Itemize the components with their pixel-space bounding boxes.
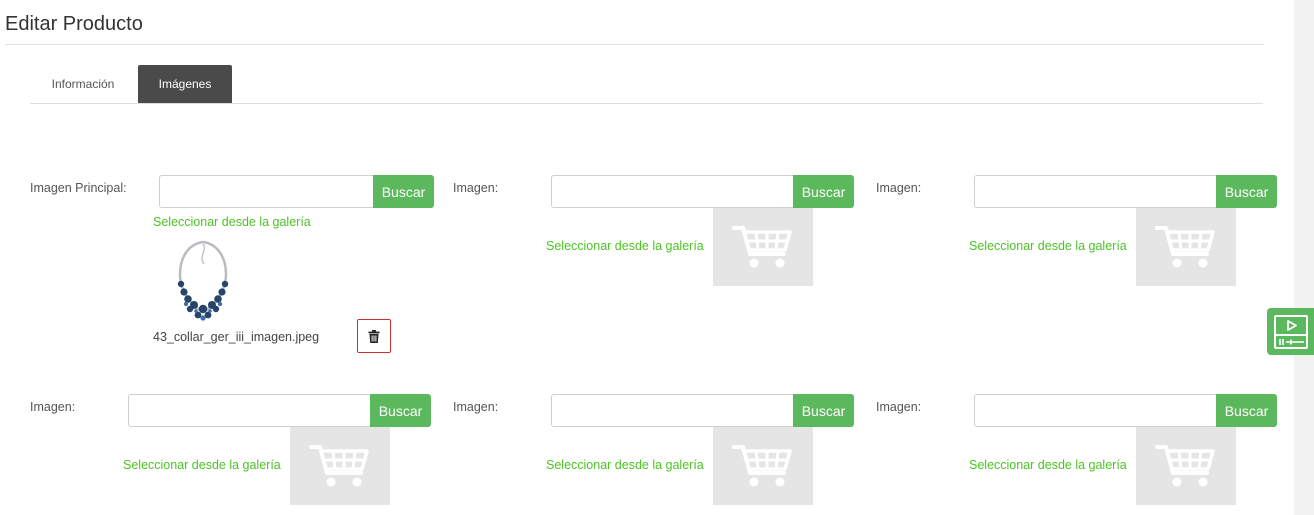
tab-imagenes[interactable]: Imágenes xyxy=(138,65,232,103)
image-6-gallery-link[interactable]: Seleccionar desde la galería xyxy=(969,458,1127,472)
image-2-gallery-link[interactable]: Seleccionar desde la galería xyxy=(546,239,704,253)
image-6-buscar-button[interactable]: Buscar xyxy=(1216,394,1277,427)
main-image-file-name: 43_collar_ger_iii_imagen.jpeg xyxy=(153,330,320,344)
image-2-label: Imagen: xyxy=(453,181,499,195)
tabs-divider xyxy=(30,103,1263,104)
image-4-placeholder xyxy=(290,427,390,505)
necklace-thumbnail xyxy=(177,240,229,321)
image-3-placeholder xyxy=(1136,208,1236,286)
image-2-input[interactable] xyxy=(551,175,795,208)
video-widget-button[interactable] xyxy=(1267,308,1314,355)
image-4-input[interactable] xyxy=(128,394,372,427)
image-3-gallery-link[interactable]: Seleccionar desde la galería xyxy=(969,239,1127,253)
image-4-buscar-button[interactable]: Buscar xyxy=(370,394,431,427)
main-image-label: Imagen Principal: xyxy=(30,181,127,195)
cart-placeholder-icon xyxy=(1155,445,1215,487)
title-divider xyxy=(5,44,1264,45)
image-6-label: Imagen: xyxy=(876,400,922,414)
image-5-buscar-button[interactable]: Buscar xyxy=(793,394,854,427)
image-3-buscar-button[interactable]: Buscar xyxy=(1216,175,1277,208)
page-title: Editar Producto xyxy=(5,13,143,35)
image-5-input[interactable] xyxy=(551,394,795,427)
image-5-placeholder xyxy=(713,427,813,505)
cart-placeholder-icon xyxy=(732,226,792,268)
scrollbar-gutter xyxy=(1294,0,1314,515)
image-6-placeholder xyxy=(1136,427,1236,505)
main-image-gallery-link[interactable]: Seleccionar desde la galería xyxy=(153,215,311,229)
image-4-label: Imagen: xyxy=(30,400,76,414)
cart-placeholder-icon xyxy=(1155,226,1215,268)
cart-placeholder-icon xyxy=(309,445,369,487)
image-3-input[interactable] xyxy=(974,175,1218,208)
image-6-input[interactable] xyxy=(974,394,1218,427)
main-image-input[interactable] xyxy=(159,175,374,208)
tab-informacion[interactable]: Información xyxy=(30,65,136,103)
image-5-gallery-link[interactable]: Seleccionar desde la galería xyxy=(546,458,704,472)
delete-image-button[interactable] xyxy=(357,319,391,353)
video-player-icon xyxy=(1273,314,1308,349)
image-3-label: Imagen: xyxy=(876,181,922,195)
image-4-gallery-link[interactable]: Seleccionar desde la galería xyxy=(123,458,281,472)
trash-icon xyxy=(368,329,380,343)
image-5-label: Imagen: xyxy=(453,400,499,414)
main-image-buscar-button[interactable]: Buscar xyxy=(373,175,434,208)
image-2-placeholder xyxy=(713,208,813,286)
cart-placeholder-icon xyxy=(732,445,792,487)
image-2-buscar-button[interactable]: Buscar xyxy=(793,175,854,208)
